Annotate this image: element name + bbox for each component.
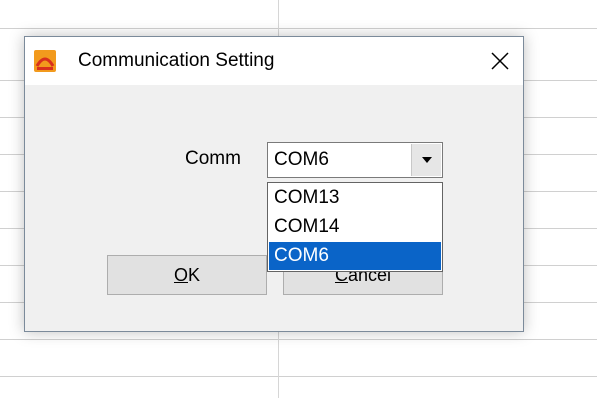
close-icon — [491, 52, 509, 70]
dropdown-button[interactable] — [411, 144, 441, 176]
communication-setting-dialog: Communication Setting Comm COM6 OK Cance… — [24, 36, 524, 332]
comm-label: Comm — [185, 148, 241, 169]
grid-line — [0, 339, 597, 340]
grid-line — [0, 28, 597, 29]
comm-port-dropdown-list: COM13 COM14 COM6 — [267, 182, 443, 272]
dropdown-option-com6[interactable]: COM6 — [269, 242, 441, 270]
dropdown-option-com13[interactable]: COM13 — [269, 184, 441, 212]
grid-line — [0, 376, 597, 377]
dialog-title: Communication Setting — [78, 50, 275, 71]
app-logo-icon — [34, 50, 56, 72]
title-bar[interactable]: Communication Setting — [25, 37, 523, 85]
ok-button[interactable]: OK — [107, 255, 267, 295]
ok-mnemonic: O — [173, 265, 188, 285]
comm-port-combobox[interactable]: COM6 — [267, 142, 443, 178]
dropdown-option-com14[interactable]: COM14 — [269, 213, 441, 241]
comm-port-value: COM6 — [274, 149, 329, 170]
ok-label: K — [188, 265, 201, 285]
close-button[interactable] — [477, 37, 523, 85]
chevron-down-icon — [421, 157, 432, 163]
